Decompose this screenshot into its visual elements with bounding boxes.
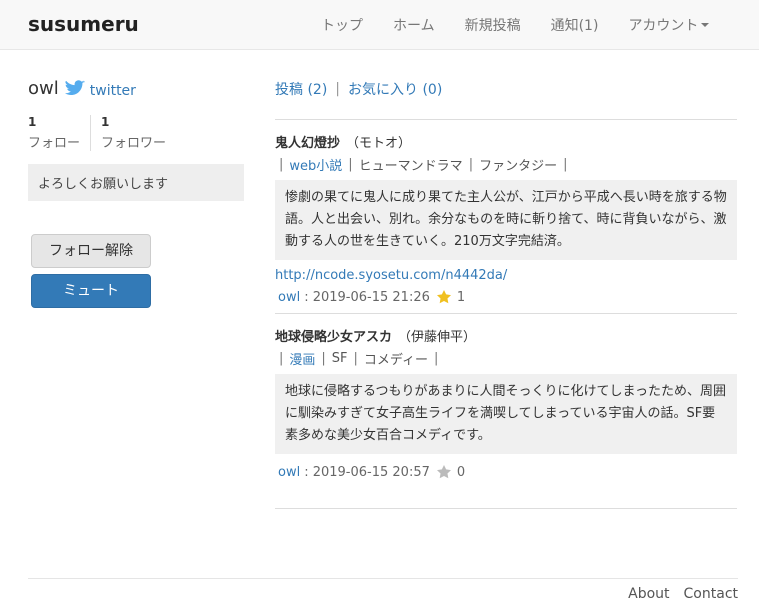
tag-separator: | [279, 351, 284, 366]
post-category[interactable]: web小説 [289, 155, 342, 174]
unfollow-button[interactable]: フォロー解除 [31, 234, 151, 268]
post-external-link[interactable]: http://ncode.syosetu.com/n4442da/ [275, 268, 507, 283]
post-tag[interactable]: ヒューマンドラマ [359, 155, 463, 174]
nav-notifications[interactable]: 通知(1) [536, 15, 614, 35]
tab-favorites[interactable]: お気に入り (0) [348, 79, 442, 99]
post-like-count: 1 [456, 289, 466, 305]
post-title-text[interactable]: 地球侵略少女アスカ [275, 330, 392, 345]
post-footer: owl : 2019-06-15 20:57 0 [278, 464, 737, 508]
divider [275, 508, 737, 509]
post-tag[interactable]: ファンタジー [479, 155, 557, 174]
post-description: 惨劇の果てに鬼人に成り果てた主人公が、江戸から平成へ長い時を旅する物語。人と出会… [275, 180, 737, 260]
twitter-link[interactable]: twitter [90, 83, 136, 99]
tag-separator: | [353, 351, 358, 366]
post-card: 鬼人幻燈抄 （モトオ） | web小説 | ヒューマンドラマ | ファンタジー |… [275, 120, 737, 313]
post-feed: 投稿 (2) | お気に入り (0) 鬼人幻燈抄 （モトオ） | web小説 | … [275, 78, 737, 509]
footer-about-link[interactable]: About [628, 586, 669, 602]
profile-username: owl [28, 78, 59, 99]
post-tag[interactable]: コメディー [364, 349, 428, 368]
profile-header: owl twitter [28, 78, 244, 99]
follower-label: フォロワー [101, 136, 167, 151]
tag-separator: | [279, 157, 284, 172]
post-title: 鬼人幻燈抄 （モトオ） [275, 132, 737, 151]
footer-contact-link[interactable]: Contact [684, 586, 738, 602]
follow-label: フォロー [28, 136, 81, 151]
follower-count: 1 [101, 115, 110, 129]
star-icon[interactable] [436, 464, 452, 480]
nav-top[interactable]: トップ [306, 15, 378, 35]
post-link-row: http://ncode.syosetu.com/n4442da/ [275, 268, 737, 283]
tab-separator: | [335, 81, 340, 97]
follow-count: 1 [28, 115, 37, 129]
follow-stat[interactable]: 1 フォロー [28, 115, 90, 151]
post-description: 地球に侵略するつもりがあまりに人間そっくりに化けてしまったため、周囲に馴染みすぎ… [275, 374, 737, 454]
nav-account-label: アカウント [628, 18, 699, 34]
post-footer: owl : 2019-06-15 21:26 1 [278, 289, 737, 313]
star-icon[interactable] [436, 289, 452, 305]
profile-panel: owl twitter 1 フォロー 1 フォロワー よろしくお願いします フォ… [28, 78, 244, 308]
post-category[interactable]: 漫画 [289, 349, 315, 368]
tag-separator: | [563, 157, 568, 172]
post-tag[interactable]: SF [332, 351, 348, 366]
post-tags: | 漫画 | SF | コメディー | [275, 349, 737, 368]
tag-separator: | [468, 157, 474, 172]
nav-home[interactable]: ホーム [378, 15, 450, 35]
post-author: （モトオ） [346, 136, 412, 151]
post-user-link[interactable]: owl [278, 465, 300, 480]
navbar: susumeru トップ ホーム 新規投稿 通知(1) アカウント [0, 0, 759, 50]
post-date: : 2019-06-15 20:57 [304, 464, 430, 480]
profile-bio: よろしくお願いします [28, 164, 244, 201]
main-nav: トップ ホーム 新規投稿 通知(1) アカウント [306, 0, 724, 50]
tab-posts[interactable]: 投稿 (2) [275, 79, 327, 99]
footer-links: About Contact [628, 586, 738, 602]
post-card: 地球侵略少女アスカ （伊藤伸平） | 漫画 | SF | コメディー | 地球に侵… [275, 314, 737, 508]
tag-separator: | [348, 157, 353, 172]
post-user-link[interactable]: owl [278, 290, 300, 305]
tag-separator: | [321, 351, 326, 366]
follower-stat[interactable]: 1 フォロワー [90, 115, 176, 151]
caret-down-icon [701, 23, 710, 27]
twitter-icon [64, 80, 85, 95]
post-title: 地球侵略少女アスカ （伊藤伸平） [275, 326, 737, 345]
nav-account-dropdown[interactable]: アカウント [613, 15, 724, 35]
feed-tabs: 投稿 (2) | お気に入り (0) [275, 78, 737, 100]
post-like-count: 0 [456, 464, 466, 480]
nav-new-post[interactable]: 新規投稿 [450, 15, 536, 35]
follow-stats: 1 フォロー 1 フォロワー [28, 115, 244, 151]
mute-button[interactable]: ミュート [31, 274, 151, 308]
post-title-text[interactable]: 鬼人幻燈抄 [275, 136, 340, 151]
post-tags: | web小説 | ヒューマンドラマ | ファンタジー | [275, 155, 737, 174]
page-footer: About Contact [28, 578, 738, 602]
tag-separator: | [434, 351, 439, 366]
brand-logo[interactable]: susumeru [28, 12, 139, 36]
post-author: （伊藤伸平） [398, 330, 477, 345]
post-date: : 2019-06-15 21:26 [304, 289, 430, 305]
